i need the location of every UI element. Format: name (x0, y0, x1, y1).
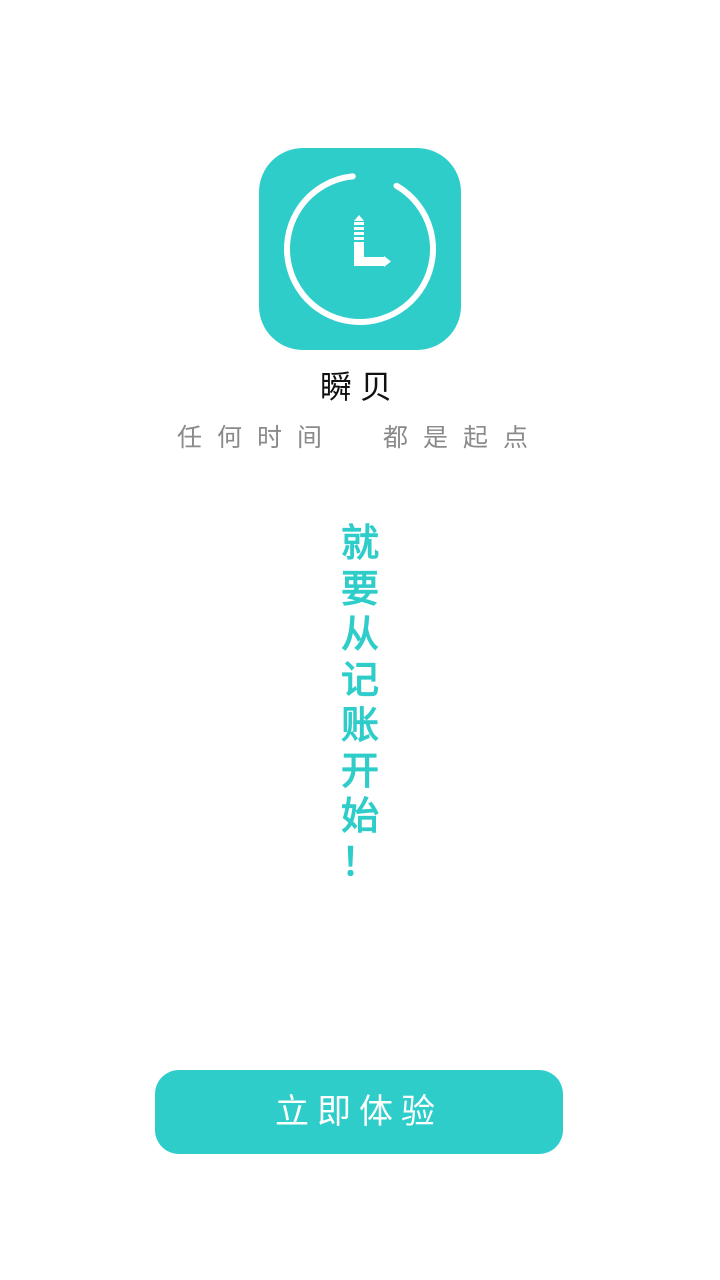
splash-screen: 瞬贝 任何时间 都是起点 就 要 从 记 账 开 始 ！ 立即体验 (0, 0, 720, 1280)
clock-icon (284, 173, 436, 325)
tagline-char: 就 (340, 520, 379, 565)
tagline-char: 始 (340, 793, 379, 838)
tagline-char: 开 (340, 747, 379, 793)
tagline-char: 从 (340, 611, 379, 656)
app-name: 瞬贝 (319, 368, 400, 406)
tagline-char: 账 (340, 702, 379, 747)
app-logo (259, 148, 461, 350)
tagline-char: 记 (340, 656, 379, 702)
try-now-button[interactable]: 立即体验 (155, 1070, 563, 1154)
tagline-char: ！ (340, 838, 379, 884)
app-slogan: 任何时间 都是起点 (177, 423, 543, 452)
tagline-vertical: 就 要 从 记 账 开 始 ！ (330, 520, 390, 884)
tagline-char: 要 (340, 565, 379, 611)
